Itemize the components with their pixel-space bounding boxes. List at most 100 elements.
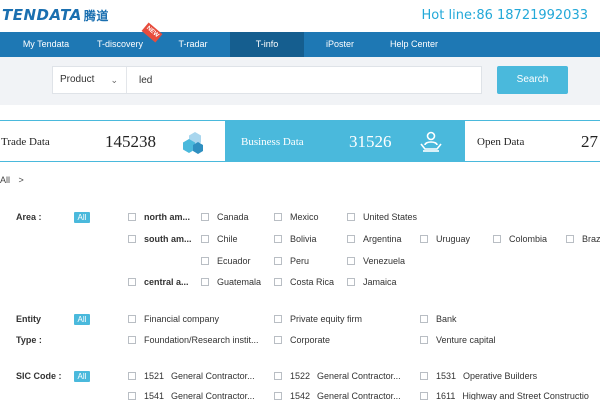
- entity-option[interactable]: Venture capital: [420, 335, 496, 346]
- sic-option[interactable]: 1531 Operative Builders: [420, 371, 537, 382]
- checkbox[interactable]: [201, 213, 209, 221]
- product-select[interactable]: Product ⌄: [53, 67, 127, 93]
- entity-type-label: Entity: [16, 314, 42, 324]
- entity-option[interactable]: Bank: [420, 314, 457, 325]
- checkbox[interactable]: [420, 315, 428, 323]
- checkbox[interactable]: [128, 235, 136, 243]
- sic-option[interactable]: 1521 General Contractor...: [128, 371, 255, 382]
- nav-my-tendata[interactable]: My Tendata: [0, 32, 92, 57]
- entity-option[interactable]: Corporate: [274, 335, 330, 346]
- stat-business-data[interactable]: Business Data 31526: [226, 120, 464, 162]
- chevron-down-icon: ⌄: [110, 75, 118, 85]
- area-option[interactable]: Mexico: [274, 212, 319, 223]
- sic-option[interactable]: 1611 Highway and Street Constructio: [420, 391, 589, 400]
- sic-option[interactable]: 1522 General Contractor...: [274, 371, 401, 382]
- search-input[interactable]: [133, 67, 473, 93]
- checkbox[interactable]: [347, 278, 355, 286]
- people-hands-icon: [420, 131, 442, 152]
- area-option[interactable]: United States: [347, 212, 417, 223]
- top-bar: TENDATA 腾道 Hot line:86 18721992033: [0, 0, 600, 32]
- search-band: Product ⌄ Search: [0, 57, 600, 105]
- checkbox[interactable]: [347, 213, 355, 221]
- entity-type-label-2: Type :: [16, 335, 42, 345]
- checkbox[interactable]: [274, 336, 282, 344]
- checkbox[interactable]: [274, 315, 282, 323]
- nav-help-center[interactable]: Help Center: [376, 32, 452, 57]
- entity-option[interactable]: Financial company: [128, 314, 219, 325]
- checkbox[interactable]: [566, 235, 574, 243]
- stat-label: Trade Data: [1, 136, 50, 148]
- breadcrumb-separator: >: [18, 175, 24, 185]
- nav-iposter[interactable]: iPoster: [304, 32, 376, 57]
- area-central-america[interactable]: central a...: [128, 277, 189, 288]
- nav-t-radar[interactable]: T-radar: [156, 32, 230, 57]
- nav-t-info[interactable]: T-info: [230, 32, 304, 57]
- stat-label: Business Data: [241, 136, 304, 148]
- checkbox[interactable]: [274, 372, 282, 380]
- checkbox[interactable]: [201, 278, 209, 286]
- checkbox[interactable]: [128, 336, 136, 344]
- checkbox[interactable]: [201, 235, 209, 243]
- stat-label: Open Data: [477, 136, 525, 148]
- area-option[interactable]: Venezuela: [347, 256, 405, 267]
- stats-bar: Trade Data 145238 Business Data 31526 Op…: [0, 120, 600, 162]
- entity-all-tag[interactable]: All: [74, 314, 90, 325]
- search-box: Product ⌄: [52, 66, 482, 94]
- checkbox[interactable]: [128, 315, 136, 323]
- entity-option[interactable]: Private equity firm: [274, 314, 362, 325]
- checkbox[interactable]: [347, 257, 355, 265]
- stat-value: 145238: [105, 132, 156, 151]
- tendata-logo[interactable]: TENDATA 腾道: [2, 6, 109, 24]
- checkbox[interactable]: [420, 392, 428, 400]
- checkbox[interactable]: [347, 235, 355, 243]
- area-option[interactable]: Ecuador: [201, 256, 251, 267]
- checkbox[interactable]: [128, 213, 136, 221]
- sic-code-label: SIC Code :: [16, 371, 62, 381]
- sic-option[interactable]: 1541 General Contractor...: [128, 391, 255, 400]
- hotline-text: Hot line:86 18721992033: [421, 8, 588, 23]
- checkbox[interactable]: [420, 235, 428, 243]
- checkbox[interactable]: [128, 392, 136, 400]
- area-option[interactable]: Guatemala: [201, 277, 261, 288]
- area-option[interactable]: Braz: [566, 234, 600, 245]
- checkbox[interactable]: [274, 392, 282, 400]
- area-north-america[interactable]: north am...: [128, 212, 190, 223]
- area-option[interactable]: Chile: [201, 234, 238, 245]
- hexagons-icon: [183, 132, 203, 154]
- area-option[interactable]: Peru: [274, 256, 309, 267]
- nav-t-discovery[interactable]: T-discovery: [92, 32, 148, 57]
- main-nav: My Tendata T-discovery T-radar T-info iP…: [0, 32, 600, 57]
- checkbox[interactable]: [274, 278, 282, 286]
- sic-all-tag[interactable]: All: [74, 371, 90, 382]
- stat-trade-data[interactable]: Trade Data 145238: [0, 120, 226, 162]
- checkbox[interactable]: [493, 235, 501, 243]
- checkbox[interactable]: [201, 257, 209, 265]
- checkbox[interactable]: [274, 257, 282, 265]
- checkbox[interactable]: [128, 278, 136, 286]
- checkbox[interactable]: [420, 372, 428, 380]
- area-south-america[interactable]: south am...: [128, 234, 192, 245]
- product-select-label: Product: [60, 74, 95, 85]
- logo-cn-text: 腾道: [83, 9, 109, 23]
- logo-text: TENDATA: [2, 6, 82, 24]
- area-option[interactable]: Bolivia: [274, 234, 317, 245]
- stat-value: 27: [581, 132, 598, 151]
- checkbox[interactable]: [274, 213, 282, 221]
- area-option[interactable]: Jamaica: [347, 277, 397, 288]
- checkbox[interactable]: [274, 235, 282, 243]
- area-option[interactable]: Colombia: [493, 234, 547, 245]
- area-option[interactable]: Costa Rica: [274, 277, 334, 288]
- sic-option[interactable]: 1542 General Contractor...: [274, 391, 401, 400]
- entity-option[interactable]: Foundation/Research instit...: [128, 335, 259, 346]
- area-option[interactable]: Uruguay: [420, 234, 470, 245]
- checkbox[interactable]: [420, 336, 428, 344]
- stat-open-data[interactable]: Open Data 27: [464, 120, 600, 162]
- area-all-tag[interactable]: All: [74, 212, 90, 223]
- area-option[interactable]: Argentina: [347, 234, 402, 245]
- checkbox[interactable]: [128, 372, 136, 380]
- search-button[interactable]: Search: [497, 66, 568, 94]
- breadcrumb-all[interactable]: All: [0, 175, 10, 185]
- area-option[interactable]: Canada: [201, 212, 249, 223]
- stat-value: 31526: [349, 132, 392, 151]
- area-label: Area :: [16, 212, 42, 222]
